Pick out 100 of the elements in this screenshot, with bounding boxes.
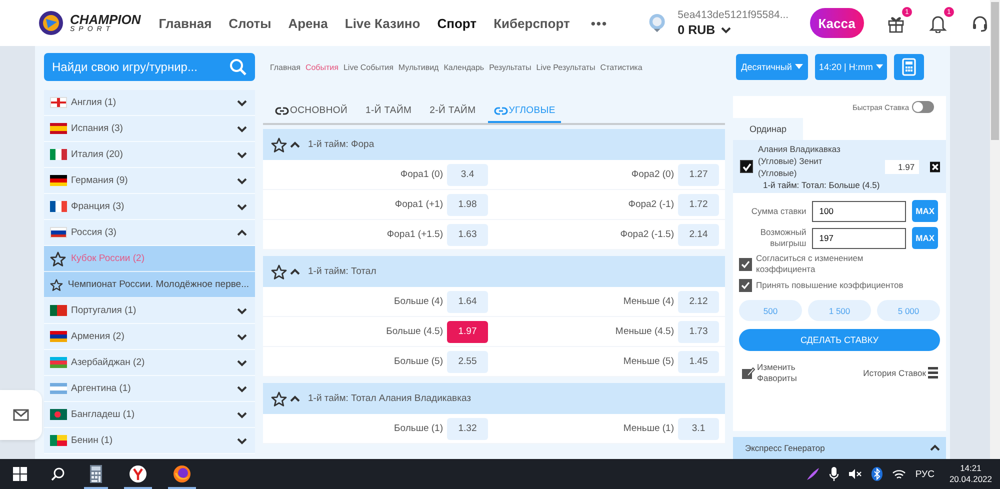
- nav-link[interactable]: Арена: [288, 16, 328, 30]
- bluetooth-icon[interactable]: [871, 467, 884, 481]
- language-indicator[interactable]: РУС: [915, 468, 934, 480]
- league-item[interactable]: Чемпионат России. Молодёжное перве...: [44, 272, 255, 298]
- outcome-label: Больше (4.5): [386, 326, 443, 337]
- market-tab[interactable]: 2-Й ТАЙМ: [424, 103, 482, 118]
- odds-button[interactable]: 1.73: [678, 320, 719, 342]
- sub-nav-link[interactable]: Результаты: [489, 62, 532, 72]
- windows-start-icon[interactable]: [13, 467, 27, 481]
- country-item[interactable]: Бенин (1): [44, 428, 255, 454]
- edit-favorites-link[interactable]: Изменить Фавориты: [741, 362, 805, 384]
- clock-time[interactable]: 14:21: [960, 463, 982, 474]
- mail-button[interactable]: [0, 390, 42, 440]
- flag-icon: [50, 175, 67, 186]
- nav-link[interactable]: Спорт: [437, 16, 477, 30]
- express-generator-header[interactable]: Экспресс Генератор: [733, 437, 946, 459]
- bet-type-tab[interactable]: Ординар: [733, 118, 803, 140]
- checkbox[interactable]: [739, 258, 752, 270]
- chevron-icon: [290, 266, 300, 276]
- payout-field[interactable]: 197: [812, 228, 906, 248]
- odds-button[interactable]: 1.64: [447, 290, 488, 312]
- country-item[interactable]: Бангладеш (1): [44, 402, 255, 428]
- scrollbar[interactable]: [990, 0, 1000, 459]
- calculator-icon[interactable]: [84, 465, 108, 489]
- country-item[interactable]: Армения (2): [44, 324, 255, 350]
- feather-icon[interactable]: [806, 467, 820, 481]
- country-item[interactable]: Португалия (1): [44, 298, 255, 324]
- odds-button[interactable]: 1.45: [678, 350, 719, 372]
- sub-nav-link[interactable]: Live Результаты: [536, 62, 596, 72]
- odds-button[interactable]: 1.32: [447, 418, 488, 440]
- fox-browser-icon[interactable]: [168, 465, 196, 489]
- flag-icon: [50, 435, 67, 446]
- bet-history-link[interactable]: История Ставок: [863, 367, 938, 379]
- odds-button[interactable]: 2.12: [678, 290, 719, 312]
- selection-checkbox[interactable]: [740, 160, 753, 173]
- event-name: Алания Владикавказ (Угловые) Зенит (Угловые): [758, 143, 842, 179]
- chevron-icon: [290, 394, 300, 404]
- check-icon: [741, 260, 750, 268]
- country-item[interactable]: Испания (3): [44, 116, 255, 142]
- outcome-label: Меньше (5): [623, 356, 674, 367]
- browser-y-icon[interactable]: [124, 465, 152, 489]
- odds-button[interactable]: 1.27: [678, 164, 719, 186]
- search-icon[interactable]: [51, 467, 65, 481]
- sub-nav-link[interactable]: Мультивид: [398, 62, 439, 72]
- cashier-button[interactable]: Касса: [810, 8, 864, 38]
- nav-link[interactable]: Киберспорт: [494, 16, 570, 30]
- flag-icon: [50, 331, 67, 342]
- more-menu[interactable]: •••: [590, 16, 608, 30]
- chevron-icon: [290, 140, 300, 150]
- flag-icon: [50, 123, 67, 134]
- odds-button[interactable]: 1.63: [447, 224, 488, 246]
- chevron-icon: [237, 306, 247, 316]
- odds-button[interactable]: 3.4: [447, 164, 488, 186]
- country-item[interactable]: Германия (9): [44, 168, 255, 194]
- edit-icon: [741, 366, 755, 380]
- quick-bet-toggle[interactable]: [912, 101, 934, 113]
- star-icon[interactable]: [271, 390, 287, 406]
- stake-field[interactable]: 100: [812, 200, 906, 222]
- calculator-button[interactable]: [894, 54, 924, 80]
- odds-button[interactable]: 2.55: [447, 350, 488, 372]
- close-icon[interactable]: [930, 160, 940, 172]
- nav-link[interactable]: Слоты: [228, 16, 272, 30]
- checkbox[interactable]: [739, 279, 752, 292]
- clock-date[interactable]: 20.04.2022: [949, 474, 992, 485]
- nav-link[interactable]: Live Казино: [344, 16, 420, 30]
- market-tab[interactable]: ОСНОВНОЙ: [269, 103, 354, 118]
- odds-button[interactable]: 3.1: [678, 418, 719, 440]
- market-tab[interactable]: 1-Й ТАЙМ: [360, 103, 418, 118]
- country-item[interactable]: Италия (20): [44, 142, 255, 168]
- search-field[interactable]: Найди свою игру/турнир...: [44, 53, 255, 81]
- market-header[interactable]: 1-й тайм: Тотал Алания Владикавказ: [263, 383, 725, 414]
- nav-link[interactable]: Главная: [158, 16, 212, 30]
- odds-button[interactable]: 1.98: [447, 194, 488, 216]
- outcome-label: Больше (1): [394, 423, 443, 434]
- speaker-muted-icon[interactable]: [848, 468, 862, 480]
- outcome-label: Больше (4): [394, 296, 443, 307]
- country-item[interactable]: Азербайджан (2): [44, 350, 255, 376]
- country-item[interactable]: Англия (1): [44, 90, 255, 116]
- sub-nav-link[interactable]: Главная: [270, 62, 300, 72]
- odds-button[interactable]: 2.14: [678, 224, 719, 246]
- sub-nav-link[interactable]: Статистика: [600, 62, 642, 72]
- menu-icon: [928, 367, 938, 379]
- star-icon[interactable]: [271, 264, 287, 280]
- market-header[interactable]: 1-й тайм: Фора: [263, 129, 725, 160]
- country-item[interactable]: Аргентина (1): [44, 376, 255, 402]
- star-icon: [50, 250, 66, 266]
- chevron-icon: [237, 332, 247, 342]
- star-icon[interactable]: [271, 136, 287, 152]
- balance-dropdown[interactable]: 0 RUB: [678, 23, 789, 37]
- microphone-icon[interactable]: [829, 467, 840, 481]
- market-header[interactable]: 1-й тайм: Тотал: [263, 256, 725, 287]
- sub-nav-link[interactable]: Календарь: [444, 62, 484, 72]
- country-item[interactable]: Россия (3): [44, 220, 255, 246]
- odds-button[interactable]: 1.72: [678, 194, 719, 216]
- sub-nav-link[interactable]: События: [305, 62, 338, 72]
- country-item[interactable]: Франция (3): [44, 194, 255, 220]
- sub-nav-link[interactable]: Live События: [343, 62, 394, 72]
- check-icon: [741, 281, 750, 290]
- wifi-icon[interactable]: [892, 468, 906, 480]
- odds-button[interactable]: 1.97: [447, 320, 488, 342]
